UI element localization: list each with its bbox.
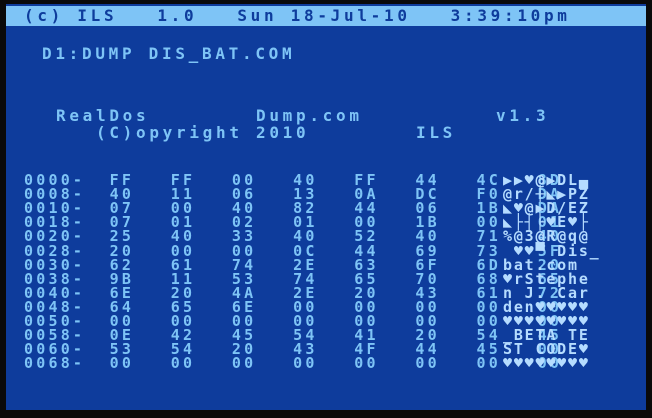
dump-address: 0068- — [24, 354, 86, 372]
dump-row: 0020- 25 40 33 40 52 40 71 40 — [24, 229, 562, 244]
dump-row: 0068- 00 00 00 00 00 00 00 00 — [24, 354, 563, 372]
dump-bytes: 00 00 00 00 00 00 00 00 — [109, 354, 563, 372]
banner-line-2: (C)opyright 2010 ILS — [56, 123, 456, 142]
banner-line-1: RealDos Dump.com v1.3 — [56, 106, 550, 125]
status-bar: (c) ILS 1.0 Sun 18-Jul-10 3:39:10pm — [6, 6, 646, 26]
command-line[interactable]: D1:DUMP DIS_BAT.COM — [42, 46, 646, 62]
terminal-screen: (c) ILS 1.0 Sun 18-Jul-10 3:39:10pm D1:D… — [6, 4, 646, 410]
status-bar-text: (c) ILS 1.0 Sun 18-Jul-10 3:39:10pm — [24, 6, 571, 25]
dump-ascii: %@3@R@q@ — [503, 227, 590, 245]
dump-ascii: ♥♥♥♥♥♥♥♥ — [503, 354, 590, 372]
